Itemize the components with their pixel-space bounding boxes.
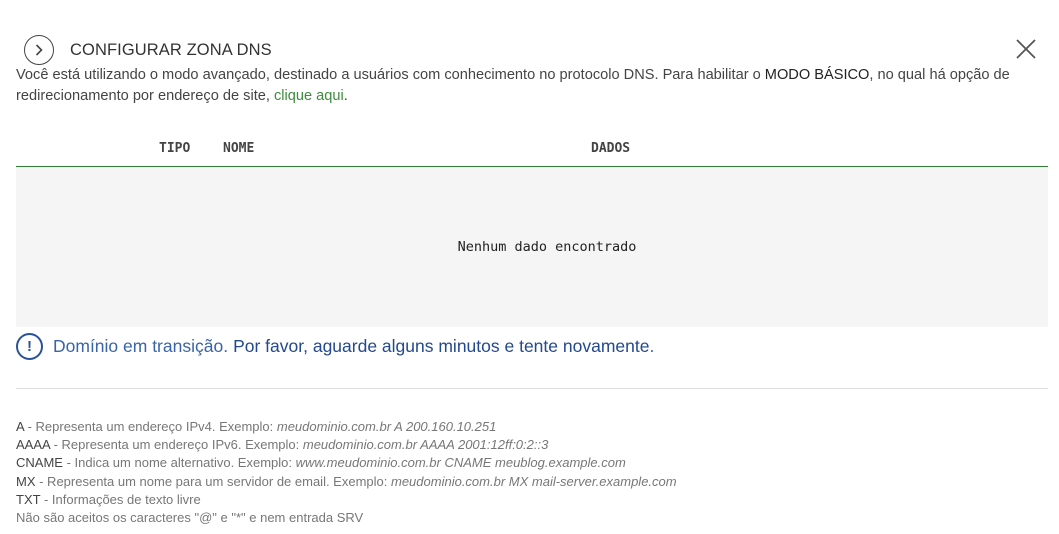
modal-header: CONFIGURAR ZONA DNS	[24, 35, 272, 65]
record-type-legend: A - Representa um endereço IPv4. Exemplo…	[16, 418, 677, 527]
legend-desc: - Representa um endereço IPv4. Exemplo:	[23, 419, 277, 434]
chevron-right-icon[interactable]	[24, 35, 54, 65]
legend-desc: - Representa um nome para um servidor de…	[35, 473, 391, 489]
legend-desc: - Informações de texto livre	[40, 491, 201, 507]
table-body-empty: Nenhum dado encontrado	[16, 167, 1048, 327]
intro-text-before: Você está utilizando o modo avançado, de…	[16, 67, 765, 83]
alert-message: Por favor, aguarde alguns minutos e tent…	[233, 336, 650, 356]
legend-example: meudominio.com.br AAAA 2001:12ff:0:2::3	[302, 437, 549, 453]
empty-message: Nenhum dado encontrado	[457, 239, 637, 255]
legend-item: CNAME - Indica um nome alternativo. Exem…	[16, 454, 677, 472]
legend-key: A	[16, 419, 24, 434]
column-header-tipo[interactable]: TIPO	[159, 141, 190, 156]
legend-key: AAAA	[16, 437, 50, 453]
legend-key: CNAME	[16, 455, 63, 471]
column-header-nome[interactable]: NOME	[223, 141, 254, 156]
legend-note: Não são aceitos os caracteres "@" e "*" …	[16, 510, 364, 526]
click-here-link[interactable]: clique aqui	[274, 88, 344, 104]
legend-item: AAAA - Representa um endereço IPv6. Exem…	[16, 436, 677, 454]
legend-key: TXT	[16, 491, 41, 507]
table-header: TIPO NOME DADOS	[16, 130, 1048, 167]
legend-desc: - Representa um endereço IPv6. Exemplo:	[49, 437, 303, 453]
legend-item: TXT - Informações de texto livre	[16, 491, 677, 509]
intro-text-end: .	[343, 88, 348, 104]
legend-example: meudominio.com.br MX mail-server.example…	[391, 473, 677, 489]
legend-example: www.meudominio.com.br CNAME meublog.exam…	[295, 455, 626, 471]
column-header-dados[interactable]: DADOS	[591, 141, 630, 156]
exclamation-circle-icon: !	[16, 333, 43, 360]
close-icon[interactable]	[1013, 36, 1039, 62]
legend-item: A - Representa um endereço IPv4. Exemplo…	[16, 418, 677, 436]
intro-text: Você está utilizando o modo avançado, de…	[16, 65, 1046, 107]
legend-item: MX - Representa um nome para um servidor…	[16, 473, 677, 491]
page-title: CONFIGURAR ZONA DNS	[70, 40, 272, 59]
legend-desc: - Indica um nome alternativo. Exemplo:	[62, 455, 296, 471]
alert-title: Domínio em transição.	[53, 336, 229, 356]
alert-end: .	[649, 336, 655, 356]
legend-key: MX	[16, 473, 36, 489]
basic-mode-label: MODO BÁSICO	[764, 67, 870, 83]
transition-alert: ! Domínio em transição. Por favor, aguar…	[16, 333, 654, 360]
divider	[16, 388, 1048, 389]
legend-example: meudominio.com.br A 200.160.10.251	[276, 419, 497, 434]
